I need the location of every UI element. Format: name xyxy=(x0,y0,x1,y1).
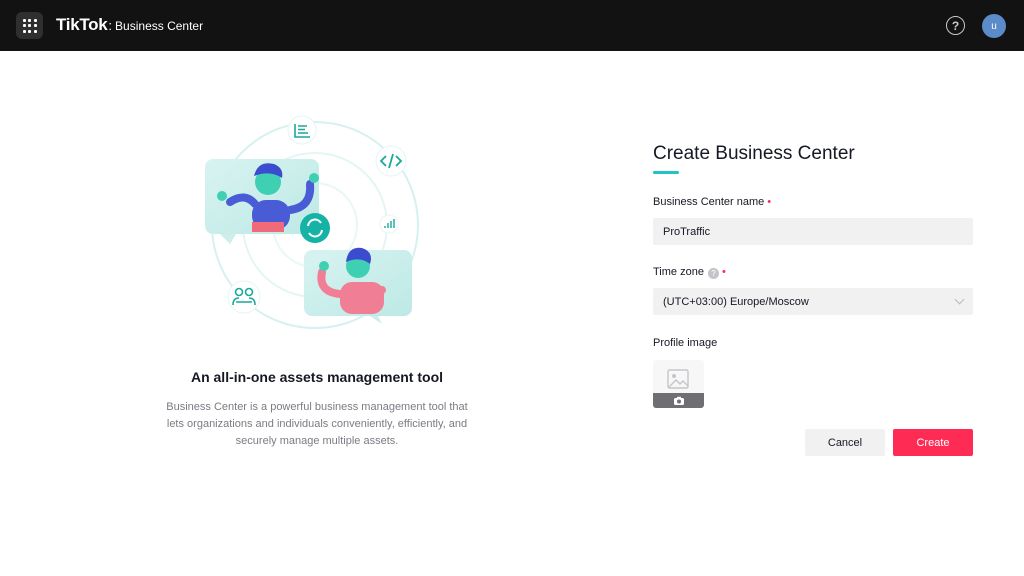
top-nav-bar: TikTok : Business Center ? u xyxy=(0,0,1024,51)
product-name: Business Center xyxy=(115,19,204,33)
help-icon[interactable]: ? xyxy=(946,16,965,35)
cancel-button[interactable]: Cancel xyxy=(805,429,885,456)
title-underline xyxy=(653,171,679,174)
timezone-value: (UTC+03:00) Europe/Moscow xyxy=(663,295,809,308)
chevron-down-icon xyxy=(954,294,965,305)
feature-title: An all-in-one assets management tool xyxy=(190,369,444,385)
image-placeholder-icon xyxy=(667,369,689,389)
sync-icon xyxy=(300,213,330,243)
brand-separator: : xyxy=(108,18,113,33)
bc-name-label-text: Business Center name xyxy=(653,196,765,208)
brand-name: TikTok xyxy=(56,15,108,34)
person-card-right xyxy=(304,247,412,324)
required-mark: • xyxy=(767,196,772,208)
feature-description: Business Center is a powerful business m… xyxy=(166,401,468,447)
tiktok-business-center-logo[interactable]: TikTok : Business Center xyxy=(56,15,203,35)
avatar[interactable]: u xyxy=(982,14,1006,38)
assets-management-illustration xyxy=(205,115,419,329)
profile-image-label: Profile image xyxy=(653,337,718,349)
timezone-select[interactable]: (UTC+03:00) Europe/Moscow xyxy=(653,288,973,315)
required-mark: • xyxy=(721,266,726,278)
report-list-icon xyxy=(287,115,317,145)
timezone-label: Time zone? • xyxy=(653,266,726,279)
info-icon[interactable]: ? xyxy=(707,268,719,279)
timezone-label-text: Time zone xyxy=(653,266,704,278)
bc-name-label: Business Center name • xyxy=(653,196,771,208)
profile-image-upload[interactable] xyxy=(653,360,704,408)
code-icon xyxy=(375,145,407,177)
bc-name-value: ProTraffic xyxy=(663,225,711,238)
bc-name-input[interactable]: ProTraffic xyxy=(653,218,973,245)
camera-icon xyxy=(673,396,684,405)
bar-chart-icon xyxy=(379,214,399,234)
upload-bar xyxy=(653,393,704,408)
create-button[interactable]: Create xyxy=(893,429,973,456)
apps-grid-icon[interactable] xyxy=(16,12,43,39)
page-title: Create Business Center xyxy=(653,143,855,164)
users-icon xyxy=(227,280,261,314)
